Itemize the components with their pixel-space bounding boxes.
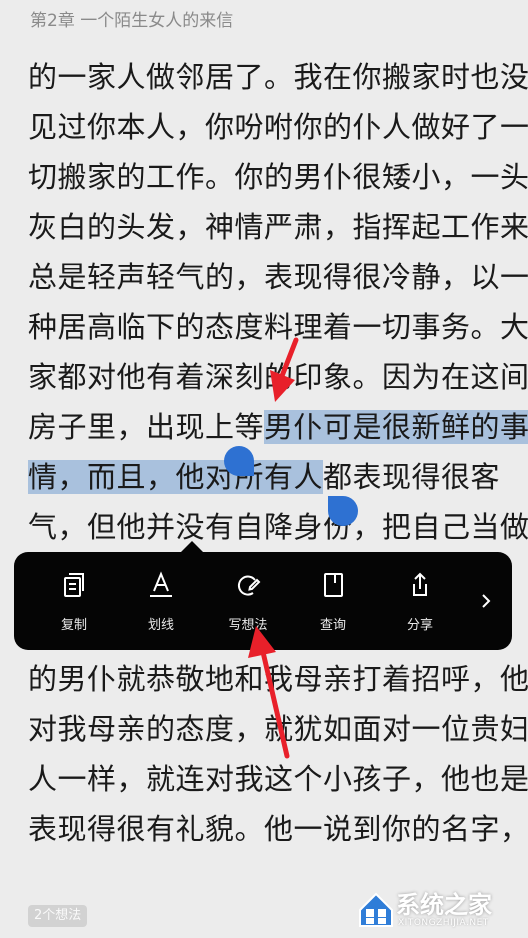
annotation-arrow-write-thought <box>248 626 290 759</box>
share-button[interactable]: 分享 <box>385 570 455 640</box>
text-line: 表现得很有礼貌。他一说到你的名字， <box>28 812 528 846</box>
share-label: 分享 <box>406 618 433 633</box>
lookup-label: 查询 <box>319 618 346 633</box>
watermark-text: 系统之家 <box>396 891 492 919</box>
selection-start-handle[interactable] <box>224 446 254 476</box>
toolbar-pointer <box>180 541 204 553</box>
share-icon <box>413 572 427 596</box>
chevron-right-icon[interactable] <box>474 589 498 613</box>
selected-text[interactable]: 男仆可是很新鲜的事 <box>264 410 528 444</box>
text-line: 情，而且，他对所有人都表现得很客 <box>28 457 500 497</box>
text-segment: 都表现得很客 <box>323 460 501 494</box>
watermark-subtext: XITONGZHIJIA.NET <box>398 918 489 928</box>
text-line: 切搬家的工作。你的男仆很矮小，一头 <box>28 160 528 194</box>
house-logo-icon <box>359 892 393 927</box>
copy-icon <box>64 573 84 597</box>
thoughts-count-badge[interactable]: 2个想法 <box>28 905 88 927</box>
text-segment: 房子里，出现上等 <box>28 410 265 444</box>
write-thought-icon <box>237 575 261 596</box>
lookup-button[interactable]: 查询 <box>298 570 368 640</box>
copy-label: 复制 <box>60 618 87 633</box>
text-line: 气，但他并没有自降身份，把自己当做 <box>28 510 528 544</box>
text-line: 见过你本人，你吩咐你的仆人做好了一 <box>28 110 528 144</box>
watermark-logo: 系统之家 XITONGZHIJIA.NET <box>356 884 524 934</box>
underline-button[interactable]: 划线 <box>126 570 196 640</box>
lookup-book-icon <box>324 573 343 597</box>
copy-button[interactable]: 复制 <box>39 570 109 640</box>
chapter-title: 第2章 一个陌生女人的来信 <box>30 11 234 31</box>
annotation-arrow-selection <box>270 337 299 402</box>
selected-text[interactable]: 情，而且，他对所有人 <box>28 460 324 494</box>
text-line: 房子里，出现上等男仆可是很新鲜的事 <box>28 407 528 447</box>
underline-icon <box>150 571 172 597</box>
text-line: 的一家人做邻居了。我在你搬家时也没 <box>28 60 528 94</box>
text-line: 灰白的头发，神情严肃，指挥起工作来 <box>28 210 528 244</box>
underline-label: 划线 <box>147 618 174 633</box>
text-line: 人一样，就连对我这个小孩子，他也是 <box>28 762 528 796</box>
text-line: 总是轻声轻气的，表现得很冷静，以一 <box>28 260 528 294</box>
selection-end-handle[interactable] <box>328 496 358 526</box>
